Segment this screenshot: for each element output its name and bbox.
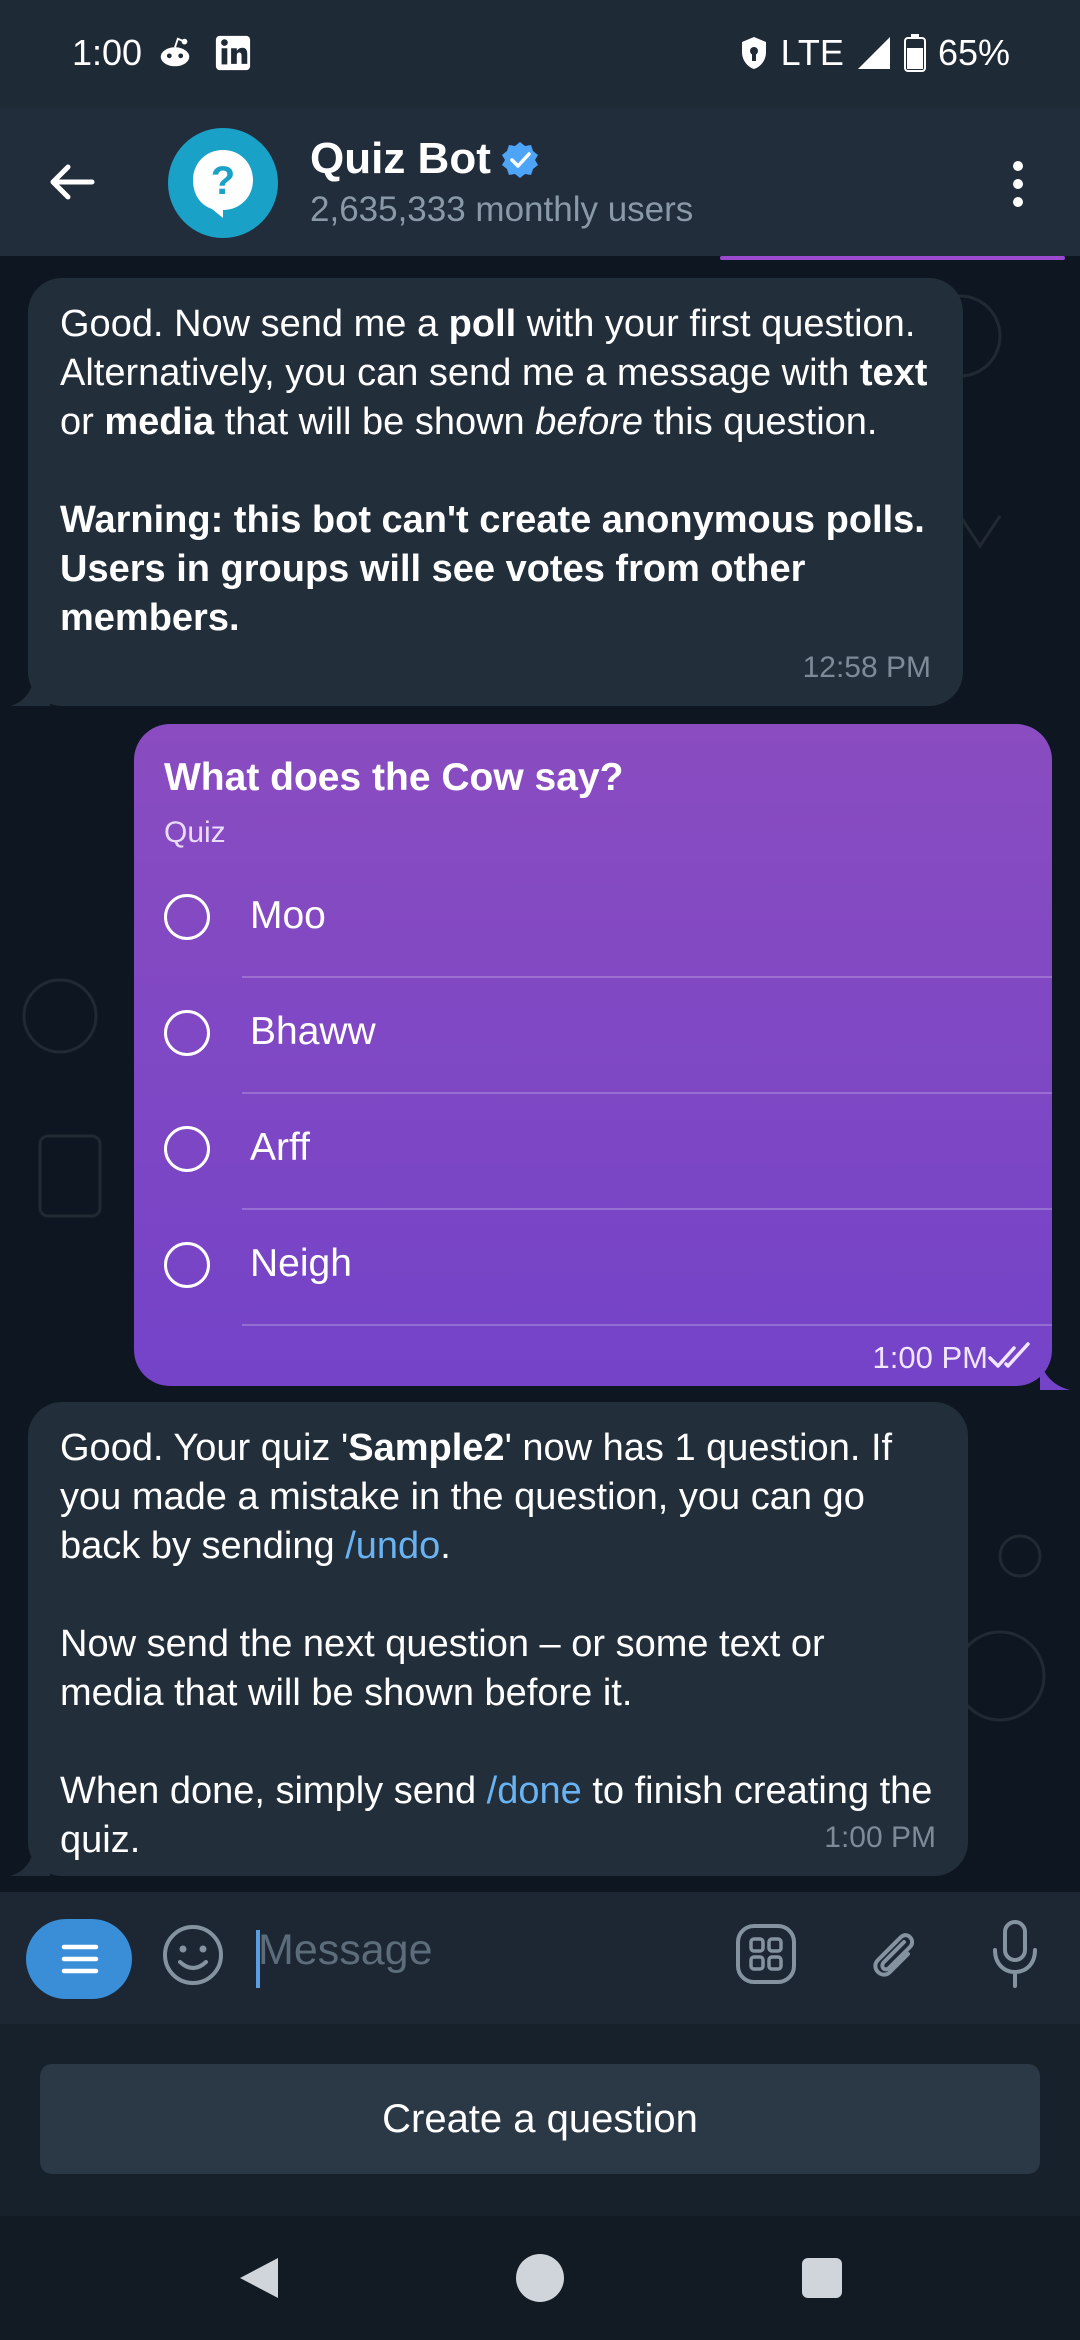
battery-icon (903, 34, 926, 72)
signal-icon (857, 37, 890, 69)
bot-message[interactable]: Good. Now send me a poll with your first… (10, 278, 963, 706)
chat-header: ? Quiz Bot 2,635,333 monthly users (0, 108, 1080, 258)
bot-keyboard: Create a question (0, 2024, 1080, 2216)
emoji-icon[interactable] (160, 1922, 226, 1988)
message-time: 1:00 PM (872, 1340, 988, 1375)
warning-text: Warning: this bot can't create anonymous… (60, 499, 925, 639)
poll-option[interactable]: Moo (134, 862, 1052, 978)
create-question-button[interactable]: Create a question (40, 2064, 1040, 2174)
bubble-tail (1040, 1360, 1070, 1390)
poll-option-label: Moo (250, 894, 326, 937)
poll-option[interactable]: Arff (134, 1094, 1052, 1210)
poll-message[interactable]: What does the Cow say? Quiz Moo Bhaww Ar… (134, 724, 1052, 1386)
poll-question: What does the Cow say? (164, 756, 624, 799)
divider (242, 1324, 1052, 1326)
svg-text:?: ? (211, 159, 235, 203)
poll-option-label: Bhaww (250, 1010, 376, 1053)
chat-area[interactable]: Good. Now send me a poll with your first… (0, 256, 1080, 1892)
vpn-shield-icon (741, 37, 766, 69)
message-text: When done, simply send /done to finish c… (60, 1770, 933, 1861)
radio-button[interactable] (164, 894, 210, 940)
attach-icon[interactable] (860, 1922, 924, 1986)
message-input[interactable]: Message (258, 1926, 432, 1975)
bubble-tail (10, 676, 50, 706)
reddit-icon (160, 37, 190, 67)
undo-command-link[interactable]: /undo (345, 1525, 440, 1567)
radio-button[interactable] (164, 1242, 210, 1288)
status-right: LTE 65% (739, 32, 1010, 74)
message-text: Now send the next question – or some tex… (60, 1623, 825, 1714)
network-type: LTE (780, 32, 844, 73)
back-arrow-icon[interactable] (40, 150, 104, 214)
question-mark-icon: ? (193, 150, 253, 218)
chat-subtitle: 2,635,333 monthly users (310, 190, 694, 229)
bot-avatar[interactable]: ? (168, 128, 278, 238)
bot-commands-icon[interactable] (734, 1922, 798, 1986)
chat-title[interactable]: Quiz Bot (310, 134, 491, 184)
message-time: 1:00 PM (824, 1821, 936, 1854)
linkedin-icon (215, 35, 251, 71)
message-text: Good. Now send me a poll with your first… (60, 303, 928, 443)
message-text: Good. Your quiz 'Sample2' now has 1 ques… (60, 1427, 893, 1567)
verified-badge-icon (502, 142, 538, 178)
status-time: 1:00 (72, 32, 143, 73)
poll-option-label: Neigh (250, 1242, 352, 1285)
poll-option-label: Arff (250, 1126, 310, 1169)
nav-home-icon[interactable] (516, 2254, 564, 2302)
done-command-link[interactable]: /done (487, 1770, 582, 1812)
nav-recents-icon[interactable] (802, 2258, 842, 2298)
previous-message-edge (720, 256, 1065, 260)
double-check-icon (988, 1342, 1030, 1368)
microphone-icon[interactable] (990, 1918, 1040, 1992)
more-vertical-icon[interactable] (1000, 154, 1036, 214)
poll-type: Quiz (164, 816, 226, 849)
bot-message[interactable]: Good. Your quiz 'Sample2' now has 1 ques… (10, 1402, 968, 1876)
menu-lines-icon (61, 1944, 99, 1974)
message-input-bar: Message (0, 1892, 1080, 2024)
nav-back-icon[interactable] (236, 2254, 282, 2302)
battery-level: 65% (937, 32, 1010, 73)
status-bar: 1:00 LTE 65% (0, 0, 1080, 108)
poll-option[interactable]: Bhaww (134, 978, 1052, 1094)
system-nav-bar (0, 2216, 1080, 2340)
radio-button[interactable] (164, 1126, 210, 1172)
poll-option[interactable]: Neigh (134, 1210, 1052, 1326)
bot-menu-button[interactable] (26, 1919, 132, 1999)
message-time: 12:58 PM (802, 651, 931, 684)
bubble-tail (10, 1846, 50, 1876)
radio-button[interactable] (164, 1010, 210, 1056)
